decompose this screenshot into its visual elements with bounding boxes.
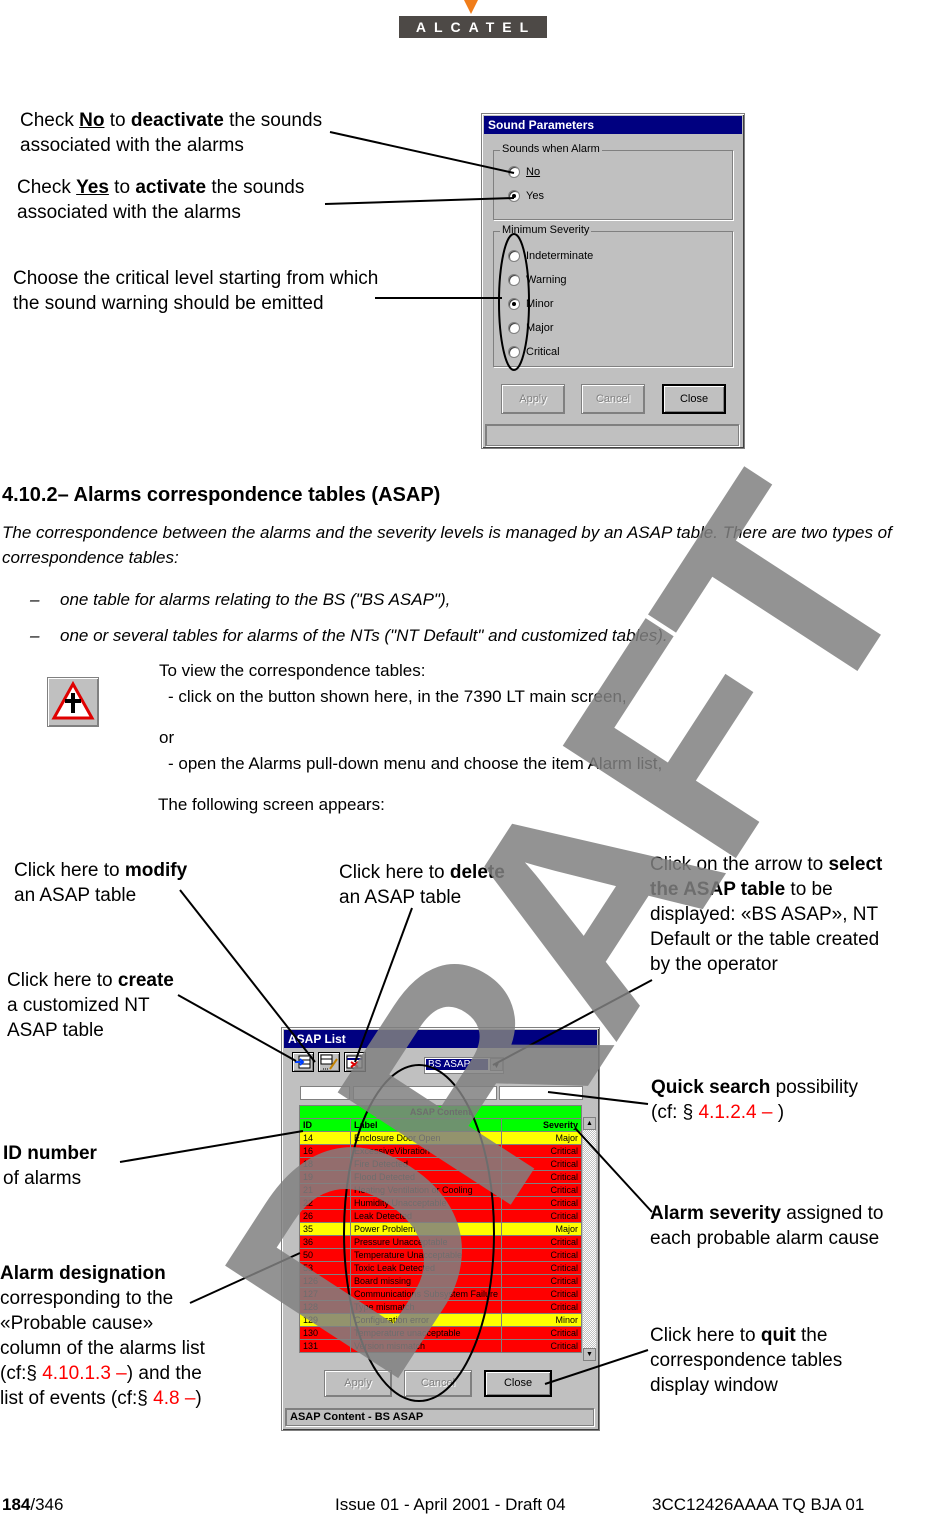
instructions-line3: - open the Alarms pull-down menu and cho…	[168, 754, 663, 773]
leader-line-severity	[574, 1127, 653, 1213]
warning-triangle-icon	[51, 680, 95, 720]
instructions-line2: - click on the button shown here, in the…	[168, 687, 627, 706]
instructions-line1: To view the correspondence tables:	[159, 661, 426, 680]
page-total: /346	[30, 1495, 64, 1514]
leader-line-quick-search	[547, 1091, 649, 1105]
leader-line-id	[119, 1130, 304, 1163]
bullet-item: one table for alarms relating to the BS …	[60, 590, 451, 609]
bullet-dash: –	[30, 626, 40, 645]
leader-line-select	[492, 979, 653, 1066]
bullet-item: one or several tables for alarms of the …	[60, 626, 668, 645]
label-column-ellipse	[343, 1064, 495, 1402]
instructions-or: or	[159, 728, 175, 747]
leader-line-delete	[354, 907, 413, 1063]
severity-ellipse	[498, 233, 530, 371]
leader-line-no	[329, 131, 515, 174]
leader-line-quit	[544, 1349, 649, 1385]
document-reference: 3CC12426AAAA TQ BJA 01	[652, 1495, 865, 1514]
leader-line-modify	[179, 889, 316, 1063]
top-leader-lines	[324, 131, 530, 371]
page-number: 184/346	[2, 1495, 63, 1515]
section-heading: 4.10.2– Alarms correspondence tables (AS…	[2, 484, 441, 506]
bottom-leader-lines	[119, 889, 653, 1402]
instructions-line4: The following screen appears:	[158, 795, 385, 814]
intro-paragraph: The correspondence between the alarms an…	[2, 523, 892, 567]
alarm-list-button[interactable]	[47, 677, 99, 727]
leader-line-yes	[324, 197, 515, 205]
leader-line-create	[177, 994, 297, 1062]
issue-info: Issue 01 - April 2001 - Draft 04	[335, 1495, 566, 1514]
bullet-dash: –	[30, 590, 40, 609]
page-current: 184	[2, 1495, 31, 1514]
leader-line-designation	[189, 1252, 301, 1304]
